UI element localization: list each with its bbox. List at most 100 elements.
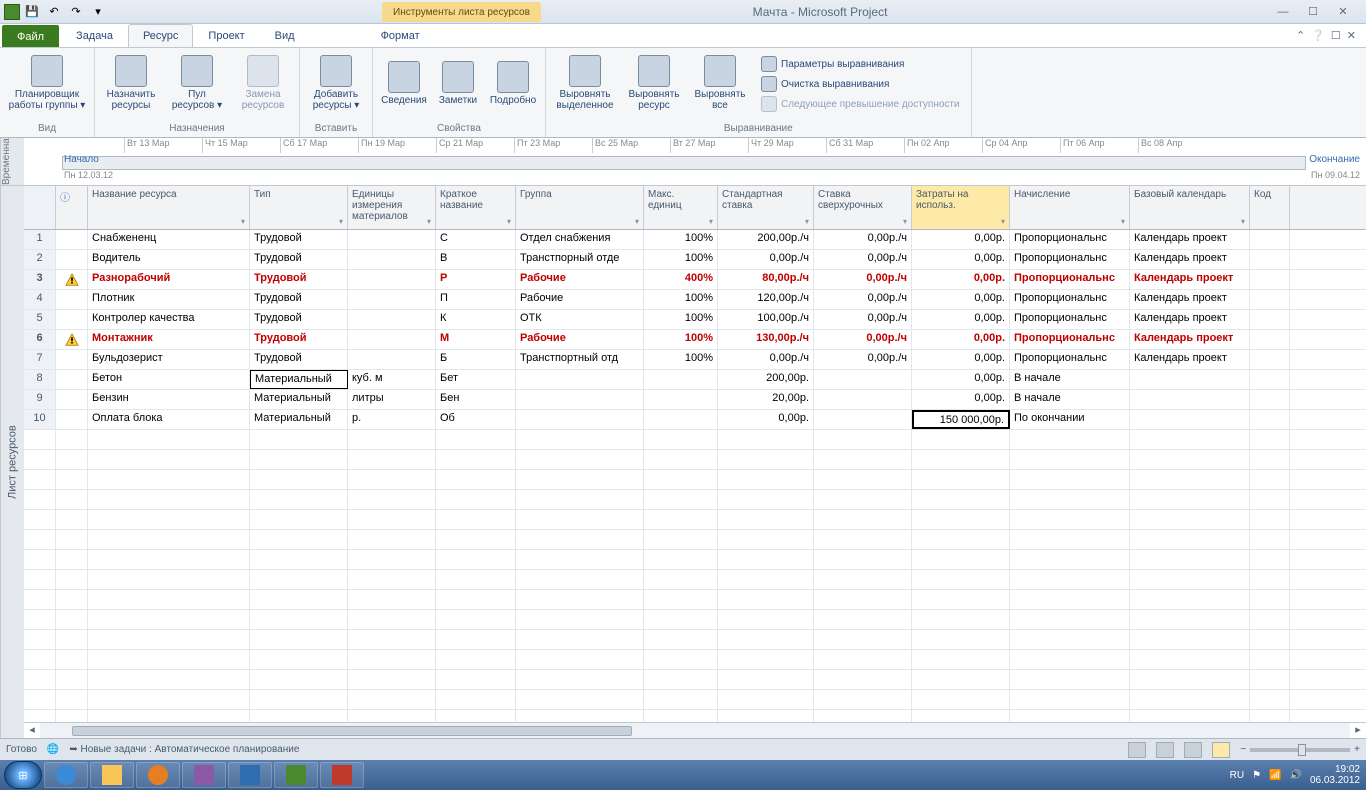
cell-type[interactable]: Трудовой — [250, 230, 348, 249]
row-number[interactable] — [24, 710, 56, 722]
cell-accrue[interactable]: Пропорциональнс — [1010, 290, 1130, 309]
cell-material-label[interactable] — [348, 250, 436, 269]
cell-calendar[interactable]: Календарь проект — [1130, 350, 1250, 369]
empty-row[interactable] — [24, 610, 1366, 630]
scroll-right-arrow[interactable]: ▸ — [1350, 723, 1366, 738]
cell-accrue[interactable]: В начале — [1010, 390, 1130, 409]
col-ovt-rate[interactable]: Ставка сверхурочных▾ — [814, 186, 912, 229]
taskbar-media[interactable] — [136, 762, 180, 788]
next-overallocation-button[interactable]: Следующее превышение доступности — [756, 94, 965, 114]
view-shortcut-3[interactable] — [1184, 742, 1202, 758]
cell-calendar[interactable]: Календарь проект — [1130, 310, 1250, 329]
dropdown-icon[interactable]: ▾ — [339, 217, 343, 226]
cell-initials[interactable]: К — [436, 310, 516, 329]
taskbar-project[interactable] — [274, 762, 318, 788]
cell-code[interactable] — [1250, 330, 1290, 349]
row-number[interactable] — [24, 490, 56, 509]
cell-std-rate[interactable]: 130,00р./ч — [718, 330, 814, 349]
cell-material-label[interactable]: р. — [348, 410, 436, 429]
team-planner-button[interactable]: Планировщик работы группы ▾ — [4, 50, 90, 116]
dropdown-icon[interactable]: ▾ — [241, 217, 245, 226]
row-number[interactable] — [24, 450, 56, 469]
zoom-slider[interactable]: − + — [1240, 744, 1360, 755]
cell-ovt-rate[interactable]: 0,00р./ч — [814, 330, 912, 349]
tray-flag-icon[interactable]: ⚑ — [1252, 770, 1261, 781]
empty-row[interactable] — [24, 590, 1366, 610]
row-number[interactable]: 7 — [24, 350, 56, 369]
resource-pool-button[interactable]: Пул ресурсов ▾ — [165, 50, 229, 116]
cell-name[interactable]: Бульдозерист — [88, 350, 250, 369]
close-button[interactable]: ✕ — [1332, 3, 1354, 21]
cell-std-rate[interactable]: 120,00р./ч — [718, 290, 814, 309]
row-number[interactable]: 9 — [24, 390, 56, 409]
scroll-left-arrow[interactable]: ◂ — [24, 723, 40, 738]
level-resource-button[interactable]: Выровнять ресурс — [622, 50, 686, 116]
col-code[interactable]: Код — [1250, 186, 1290, 229]
cell-ovt-rate[interactable] — [814, 390, 912, 409]
empty-row[interactable] — [24, 530, 1366, 550]
cell-accrue[interactable]: Пропорциональнс — [1010, 270, 1130, 289]
cell-accrue[interactable]: Пропорциональнс — [1010, 330, 1130, 349]
cell-initials[interactable]: Р — [436, 270, 516, 289]
row-number[interactable] — [24, 550, 56, 569]
cell-group[interactable]: Транстпортный отд — [516, 350, 644, 369]
cell-cost-per-use[interactable]: 0,00р. — [912, 230, 1010, 249]
taskbar-ie[interactable] — [44, 762, 88, 788]
row-number[interactable] — [24, 670, 56, 689]
cell-group[interactable]: ОТК — [516, 310, 644, 329]
cell-name[interactable]: Оплата блока — [88, 410, 250, 429]
tab-project[interactable]: Проект — [193, 24, 259, 47]
cell-group[interactable] — [516, 390, 644, 409]
timeline-bar[interactable] — [62, 156, 1306, 170]
view-shortcut-2[interactable] — [1156, 742, 1174, 758]
col-max-units[interactable]: Макс. единиц▾ — [644, 186, 718, 229]
window-restore-icon[interactable]: ☐ — [1331, 29, 1341, 42]
cell-code[interactable] — [1250, 410, 1290, 429]
cell-cost-per-use[interactable]: 0,00р. — [912, 310, 1010, 329]
qat-undo-button[interactable]: ↶ — [44, 3, 64, 21]
cell-max-units[interactable] — [644, 410, 718, 429]
cell-material-label[interactable]: куб. м — [348, 370, 436, 389]
col-accrue-at[interactable]: Начисление▾ — [1010, 186, 1130, 229]
cell-material-label[interactable] — [348, 330, 436, 349]
level-all-button[interactable]: Выровнять все — [688, 50, 752, 116]
cell-max-units[interactable]: 100% — [644, 330, 718, 349]
cell-type[interactable]: Трудовой — [250, 270, 348, 289]
cell-calendar[interactable]: Календарь проект — [1130, 250, 1250, 269]
cell-group[interactable]: Рабочие — [516, 330, 644, 349]
col-initials[interactable]: Краткое название▾ — [436, 186, 516, 229]
horizontal-scrollbar[interactable]: ◂ ▸ — [24, 722, 1366, 738]
cell-material-label[interactable] — [348, 230, 436, 249]
cell-ovt-rate[interactable]: 0,00р./ч — [814, 350, 912, 369]
tray-volume-icon[interactable]: 🔊 — [1289, 770, 1301, 781]
cell-calendar[interactable]: Календарь проект — [1130, 330, 1250, 349]
tray-lang[interactable]: RU — [1230, 770, 1244, 781]
dropdown-icon[interactable]: ▾ — [1121, 217, 1125, 226]
cell-calendar[interactable]: Календарь проект — [1130, 230, 1250, 249]
scrollbar-thumb[interactable] — [72, 726, 632, 736]
row-number[interactable] — [24, 430, 56, 449]
col-group[interactable]: Группа▾ — [516, 186, 644, 229]
cell-accrue[interactable]: Пропорциональнс — [1010, 350, 1130, 369]
cell-initials[interactable]: Об — [436, 410, 516, 429]
col-material-label[interactable]: Единицы измерения материалов▾ — [348, 186, 436, 229]
row-number[interactable]: 4 — [24, 290, 56, 309]
leveling-options-button[interactable]: Параметры выравнивания — [756, 54, 965, 74]
cell-std-rate[interactable]: 0,00р./ч — [718, 250, 814, 269]
cell-material-label[interactable] — [348, 350, 436, 369]
cell-ovt-rate[interactable]: 0,00р./ч — [814, 230, 912, 249]
row-number[interactable]: 10 — [24, 410, 56, 429]
cell-max-units[interactable]: 100% — [644, 290, 718, 309]
cell-std-rate[interactable]: 0,00р./ч — [718, 350, 814, 369]
cell-material-label[interactable] — [348, 270, 436, 289]
tab-view[interactable]: Вид — [260, 24, 310, 47]
minimize-ribbon-icon[interactable]: ⌃ — [1296, 29, 1305, 42]
empty-row[interactable] — [24, 650, 1366, 670]
cell-type[interactable]: Трудовой — [250, 250, 348, 269]
row-number[interactable] — [24, 630, 56, 649]
cell-group[interactable]: Рабочие — [516, 270, 644, 289]
cell-cost-per-use[interactable]: 150 000,00р. — [912, 410, 1010, 429]
cell-code[interactable] — [1250, 350, 1290, 369]
cell-cost-per-use[interactable]: 0,00р. — [912, 330, 1010, 349]
cell-ovt-rate[interactable]: 0,00р./ч — [814, 290, 912, 309]
